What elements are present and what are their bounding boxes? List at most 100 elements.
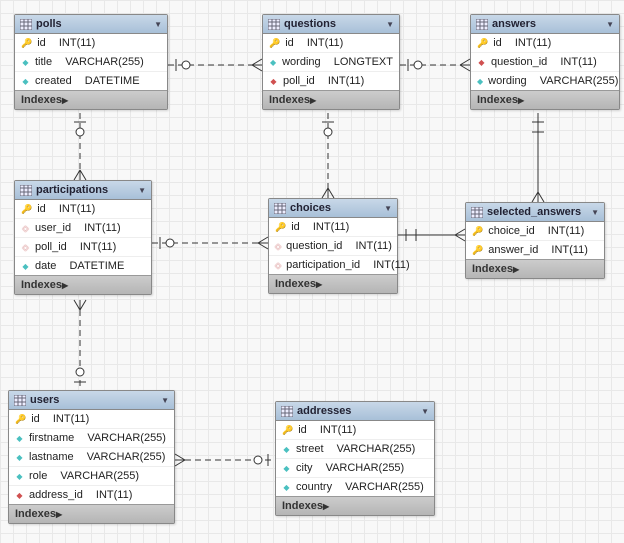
indexes-section[interactable]: Indexes — [276, 496, 434, 515]
indexes-section[interactable]: Indexes — [269, 274, 397, 293]
column-row[interactable]: ◆created DATETIME — [15, 71, 167, 90]
expand-icon[interactable] — [518, 94, 524, 106]
table-header[interactable]: answers — [471, 15, 619, 34]
column: firstname — [29, 432, 74, 444]
column-row[interactable]: 🔑id INT(11) — [9, 410, 174, 428]
column: id — [291, 221, 300, 233]
column-row[interactable]: ◇poll_id INT(11) — [15, 237, 151, 256]
collapse-icon[interactable] — [384, 202, 392, 214]
table-icon — [476, 19, 488, 30]
column: lastname — [29, 451, 74, 463]
collapse-icon[interactable] — [421, 405, 429, 417]
column-type: VARCHAR(255) — [60, 470, 139, 482]
table-title: addresses — [297, 405, 351, 417]
column-row[interactable]: ◇question_id INT(11) — [269, 236, 397, 255]
column-row[interactable]: 🔑id INT(11) — [15, 200, 151, 218]
indexes-section[interactable]: Indexes — [15, 90, 167, 109]
table-addresses[interactable]: addresses 🔑id INT(11) ◆street VARCHAR(25… — [275, 401, 435, 516]
indexes-section[interactable]: Indexes — [466, 259, 604, 278]
column: user_id — [35, 222, 71, 234]
column-row[interactable]: ◇ user_id INT(11) — [15, 218, 151, 237]
column: address_id — [29, 489, 83, 501]
column-type: INT(11) — [515, 37, 551, 49]
column-row[interactable]: ◆date DATETIME — [15, 256, 151, 275]
column-row[interactable]: ◆lastname VARCHAR(255) — [9, 447, 174, 466]
column-row[interactable]: ◆ firstname VARCHAR(255) — [9, 428, 174, 447]
column-type: DATETIME — [69, 260, 124, 272]
column-type: LONGTEXT — [334, 56, 393, 68]
indexes-section[interactable]: Indexes — [471, 90, 619, 109]
table-participations[interactable]: participations 🔑id INT(11) ◇ user_id INT(… — [14, 180, 152, 295]
column-row[interactable]: ◆question_id INT(11) — [471, 52, 619, 71]
table-answers[interactable]: answers 🔑id INT(11) ◆question_id INT(11)… — [470, 14, 620, 110]
collapse-icon[interactable] — [591, 206, 599, 218]
column-row[interactable]: 🔑id INT(11) — [263, 34, 399, 52]
expand-icon[interactable] — [56, 508, 62, 520]
column: city — [296, 462, 313, 474]
column-row[interactable]: ◆city VARCHAR(255) — [276, 458, 434, 477]
fk-icon: ◆ — [15, 491, 24, 500]
column-row[interactable]: 🔑id INT(11) — [269, 218, 397, 236]
column-row[interactable]: ◆address_id INT(11) — [9, 485, 174, 504]
fk-nullable-icon: ◇ — [21, 224, 30, 233]
table-choices[interactable]: choices 🔑id INT(11) ◇question_id INT(11)… — [268, 198, 398, 294]
column-type: DATETIME — [85, 75, 140, 87]
column-row[interactable]: ◆street VARCHAR(255) — [276, 439, 434, 458]
table-icon — [274, 203, 286, 214]
column-row[interactable]: ◆role VARCHAR(255) — [9, 466, 174, 485]
expand-icon[interactable] — [62, 279, 68, 291]
column-row[interactable]: ◆country VARCHAR(255) — [276, 477, 434, 496]
indexes-section[interactable]: Indexes — [9, 504, 174, 523]
expand-icon[interactable] — [310, 94, 316, 106]
column-type: INT(11) — [84, 222, 120, 234]
indexes-section[interactable]: Indexes — [15, 275, 151, 294]
column-row[interactable]: ◆poll_id INT(11) — [263, 71, 399, 90]
column-row[interactable]: ◆wording VARCHAR(255) — [471, 71, 619, 90]
indexes-section[interactable]: Indexes — [263, 90, 399, 109]
column-row[interactable]: 🔑id INT(11) — [15, 34, 167, 52]
column-row[interactable]: ◆wording LONGTEXT — [263, 52, 399, 71]
table-header[interactable]: selected_answers — [466, 203, 604, 222]
table-polls[interactable]: polls 🔑id INT(11) ◆title VARCHAR(255) ◆c… — [14, 14, 168, 110]
column-row[interactable]: 🔑id INT(11) — [471, 34, 619, 52]
table-header[interactable]: addresses — [276, 402, 434, 421]
column: id — [37, 203, 46, 215]
table-header[interactable]: users — [9, 391, 174, 410]
column-type: VARCHAR(255) — [87, 451, 166, 463]
expand-icon[interactable] — [62, 94, 68, 106]
fk-nullable-icon: ◇ — [275, 261, 281, 270]
table-header[interactable]: questions — [263, 15, 399, 34]
indexes-label: Indexes — [282, 500, 323, 512]
column-row[interactable]: ◇participation_id INT(11) — [269, 255, 397, 274]
indexes-label: Indexes — [15, 508, 56, 520]
table-users[interactable]: users 🔑id INT(11) ◆ firstname VARCHAR(255… — [8, 390, 175, 524]
table-header[interactable]: choices — [269, 199, 397, 218]
column-row[interactable]: 🔑choice_id INT(11) — [466, 222, 604, 240]
attr-icon: ◆ — [15, 434, 24, 443]
table-questions[interactable]: questions 🔑id INT(11) ◆wording LONGTEXT … — [262, 14, 400, 110]
column: participation_id — [286, 259, 360, 271]
column-row[interactable]: 🔑answer_id INT(11) — [466, 240, 604, 259]
attr-icon: ◆ — [282, 445, 291, 454]
collapse-icon[interactable] — [138, 184, 146, 196]
attr-icon: ◆ — [21, 262, 30, 271]
pk-icon: 🔑 — [275, 222, 286, 233]
collapse-icon[interactable] — [386, 18, 394, 30]
column-type: INT(11) — [59, 37, 95, 49]
column: role — [29, 470, 47, 482]
column-type: INT(11) — [53, 413, 89, 425]
column-type: VARCHAR(255) — [87, 432, 166, 444]
column-row[interactable]: 🔑id INT(11) — [276, 421, 434, 439]
collapse-icon[interactable] — [606, 18, 614, 30]
column-row[interactable]: ◆title VARCHAR(255) — [15, 52, 167, 71]
column: answer_id — [488, 244, 538, 256]
table-header[interactable]: polls — [15, 15, 167, 34]
collapse-icon[interactable] — [161, 394, 169, 406]
expand-icon[interactable] — [316, 278, 322, 290]
collapse-icon[interactable] — [154, 18, 162, 30]
table-header[interactable]: participations — [15, 181, 151, 200]
column-type: INT(11) — [551, 244, 587, 256]
expand-icon[interactable] — [323, 500, 329, 512]
expand-icon[interactable] — [513, 263, 519, 275]
table-selected-answers[interactable]: selected_answers 🔑choice_id INT(11) 🔑ans… — [465, 202, 605, 279]
